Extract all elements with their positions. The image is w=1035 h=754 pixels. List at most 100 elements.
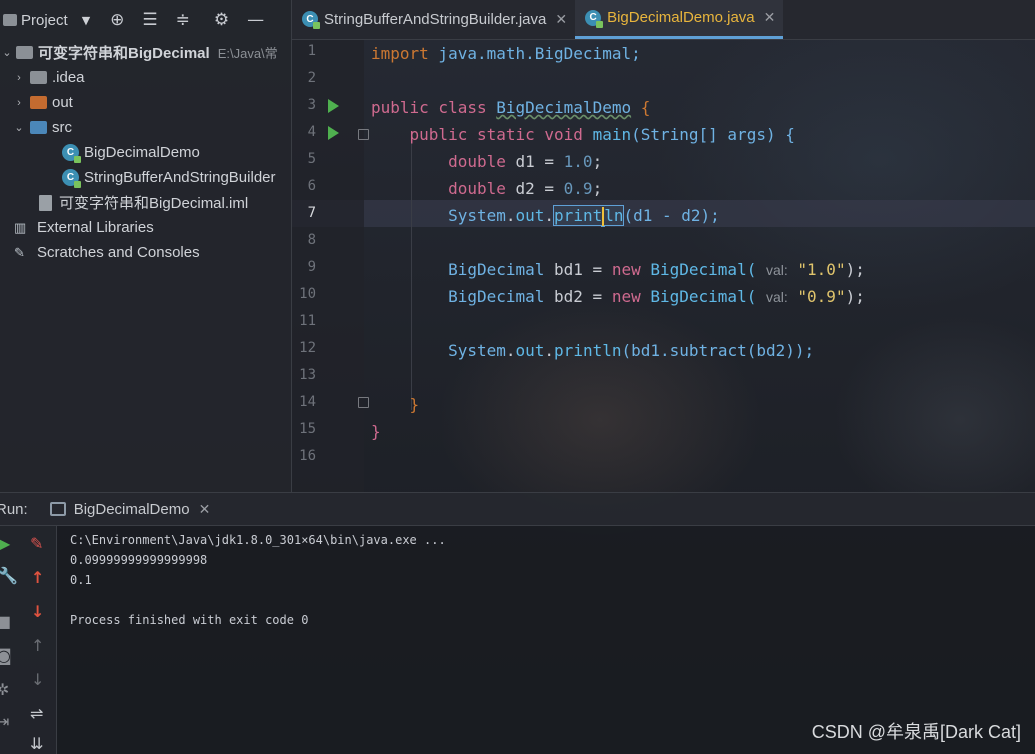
close-icon[interactable]: ✕ (199, 501, 211, 518)
line-number: 8 (307, 232, 316, 248)
line-number: 16 (299, 448, 316, 464)
source-folder-icon (30, 121, 47, 134)
tree-item-bigdecimaldemo[interactable]: C BigDecimalDemo (0, 140, 291, 165)
tab-bigdecimaldemo[interactable]: C BigDecimalDemo.java ✕ (575, 0, 784, 39)
line-number: 12 (299, 340, 316, 356)
code-line-7: System.out.print ln(d1 - d2); (448, 205, 720, 226)
tree-item-scratches[interactable]: ✎ Scratches and Consoles (0, 240, 291, 265)
clear-console-icon[interactable]: ✎ (30, 536, 43, 552)
camera-icon[interactable]: ◙ (0, 648, 12, 664)
tree-item-external-libraries[interactable]: ▥ External Libraries (0, 215, 291, 240)
code-line-6: double d2 = 0.9; (448, 179, 603, 198)
folder-icon (30, 71, 47, 84)
line-number: 6 (307, 178, 316, 194)
tree-item-out[interactable]: › out (0, 90, 291, 115)
highlighted-identifier: print ln (553, 205, 625, 226)
java-class-icon: C (62, 169, 81, 188)
watermark: CSDN @牟泉禹[Dark Cat] (811, 722, 1021, 742)
library-icon: ▥ (14, 219, 27, 235)
tree-item-root[interactable]: ⌄ 可变字符串和BigDecimal E:\Java\常 (0, 40, 291, 65)
line-number: 15 (299, 421, 316, 437)
tab-stringbufferandstringbuilder[interactable]: C StringBufferAndStringBuilder.java ✕ (292, 0, 575, 39)
java-class-icon: C (62, 144, 81, 163)
run-class-icon[interactable] (328, 99, 339, 113)
hide-panel-icon[interactable]: — (247, 11, 264, 29)
java-class-icon: C (585, 9, 604, 28)
tree-item-iml[interactable]: 可变字符串和BigDecimal.iml (0, 190, 291, 215)
settings-icon[interactable]: ✲ (0, 682, 9, 698)
editor-gutter: 1 2 3 4 5 6 7 8 9 10 11 12 13 14 15 16 (292, 40, 369, 492)
run-tab-label: BigDecimalDemo (73, 500, 190, 518)
chevron-right-icon: › (17, 96, 21, 109)
console-line: Process finished with exit code 0 (70, 613, 309, 627)
up-arrow-icon[interactable]: ↑ (31, 570, 44, 586)
code-line-1: import java.math.BigDecimal; (371, 44, 641, 63)
project-view-selector[interactable]: Project ▼ (3, 12, 90, 29)
close-icon[interactable]: ✕ (555, 11, 567, 28)
run-tab-bigdecimaldemo[interactable]: BigDecimalDemo ✕ (49, 500, 211, 518)
line-number: 9 (307, 259, 316, 275)
line-number: 5 (307, 151, 316, 167)
project-folder-icon (3, 14, 17, 26)
gear-icon[interactable]: ⚙ (214, 11, 229, 29)
tree-item-label: BigDecimalDemo (84, 144, 200, 161)
project-tree: ⌄ 可变字符串和BigDecimal E:\Java\常 › .idea › o… (0, 40, 291, 265)
stop-icon[interactable]: ■ (0, 614, 11, 630)
rerun-icon[interactable]: ▶ (0, 536, 10, 552)
tree-item-label: .idea (52, 69, 85, 86)
down-arrow-icon[interactable]: ↓ (31, 604, 44, 620)
console-line: 0.09999999999999998 (70, 553, 208, 567)
run-main-icon[interactable] (328, 126, 339, 140)
code-line-5: double d1 = 1.0; (448, 152, 603, 171)
console-line: 0.1 (70, 573, 92, 587)
line-number: 14 (299, 394, 316, 410)
code-editor[interactable]: import java.math.BigDecimal; public clas… (364, 40, 1035, 492)
module-icon (16, 46, 33, 59)
console-icon (49, 502, 66, 516)
run-left-toolbar: ▶ 🔧 ■ ◙ ✲ ⇥ (0, 526, 20, 754)
tree-item-label: out (52, 94, 73, 111)
next-arrow-icon[interactable]: ↓ (31, 672, 44, 688)
exit-icon[interactable]: ⇥ (0, 714, 9, 730)
scroll-to-end-icon[interactable]: ⇊ (30, 736, 43, 752)
tree-item-label: Scratches and Consoles (37, 244, 200, 261)
close-icon[interactable]: ✕ (764, 9, 776, 26)
line-number: 3 (307, 97, 316, 113)
java-class-icon: C (302, 11, 320, 29)
scratches-icon: ✎ (14, 244, 25, 260)
prev-arrow-icon[interactable]: ↑ (31, 638, 44, 654)
chevron-down-icon: ⌄ (14, 122, 24, 134)
code-line-15: } (371, 422, 381, 441)
code-line-3: public class BigDecimalDemo { (371, 98, 651, 117)
chevron-right-icon: › (17, 71, 21, 84)
parameter-hint: val: (765, 262, 788, 278)
code-line-14: } (409, 395, 420, 414)
code-line-4: public static void main(String[] args) { (409, 125, 795, 144)
tree-item-idea[interactable]: › .idea (0, 65, 291, 90)
module-file-icon (39, 194, 52, 211)
code-line-10: BigDecimal bd2 = new BigDecimal( val: "0… (448, 287, 865, 306)
tab-label: BigDecimalDemo.java (607, 9, 755, 26)
tree-item-src[interactable]: ⌄ src (0, 115, 291, 140)
tree-item-label: 可变字符串和BigDecimal.iml (59, 195, 249, 212)
run-label: Run: (0, 500, 28, 518)
locate-icon[interactable]: ⊕ (110, 11, 124, 29)
line-number: 4 (307, 124, 316, 140)
soft-wrap-icon[interactable]: ⇌ (30, 706, 43, 722)
editor-tab-bar: C StringBufferAndStringBuilder.java ✕ C … (292, 0, 1035, 40)
folder-icon (30, 96, 47, 109)
wrench-icon[interactable]: 🔧 (0, 568, 18, 584)
project-panel: Project ▼ ⊕ ☰ ≑ ⚙ — ⌄ 可变字符串和BigDecimal E… (0, 0, 292, 492)
chevron-down-icon: ▼ (81, 13, 91, 27)
tree-item-label: StringBufferAndStringBuilder (84, 169, 276, 186)
tree-item-stringbuffer[interactable]: C StringBufferAndStringBuilder (0, 165, 291, 190)
console-line: C:\Environment\Java\jdk1.8.0_301×64\bin\… (70, 533, 446, 547)
expand-all-icon[interactable]: ☰ (142, 11, 157, 29)
collapse-all-icon[interactable]: ≑ (176, 11, 190, 29)
code-line-12: System.out.println(bd1.subtract(bd2)); (448, 341, 815, 360)
tree-item-label: External Libraries (37, 219, 154, 236)
project-title: Project (21, 11, 68, 29)
line-number: 11 (299, 313, 316, 329)
chevron-down-icon: ⌄ (2, 47, 12, 59)
